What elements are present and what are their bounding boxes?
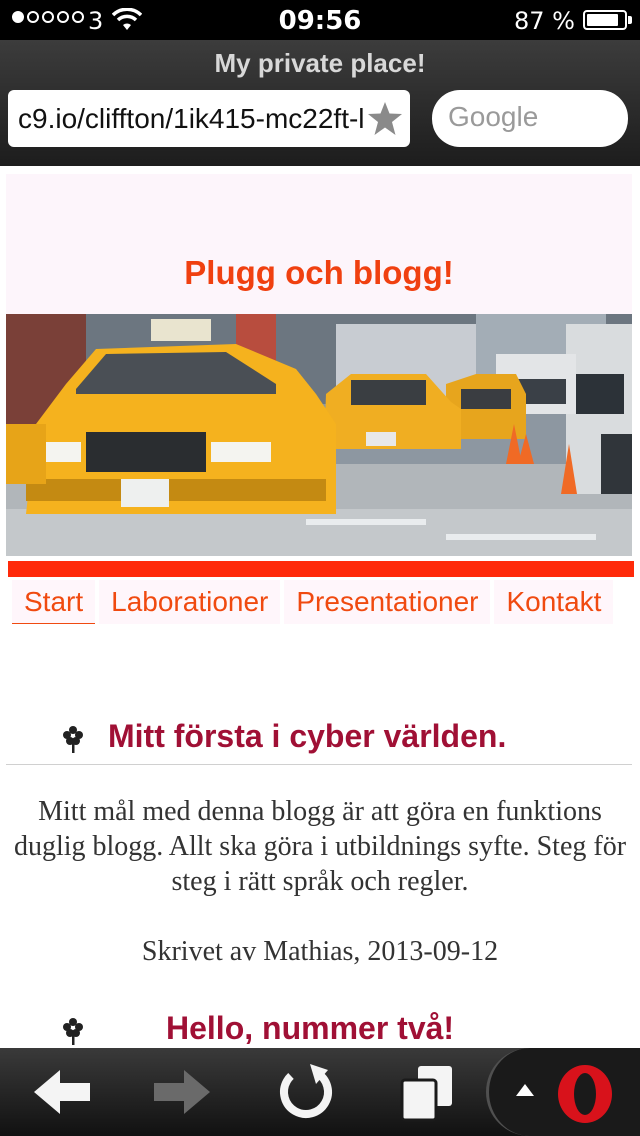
status-bar: 3 09:56 87 % <box>0 0 640 40</box>
post-title[interactable]: Mitt första i cyber världen. <box>108 718 506 755</box>
tabs-icon[interactable] <box>392 1056 464 1128</box>
reload-icon[interactable] <box>270 1056 342 1128</box>
opera-menu-area <box>486 1048 640 1136</box>
blog-header: Plugg och blogg! <box>6 174 632 314</box>
page-title: My private place! <box>214 48 426 78</box>
nav-item-kontakt[interactable]: Kontakt <box>494 580 614 624</box>
post-title[interactable]: Hello, nummer två! <box>166 1010 454 1047</box>
battery-percent: 87 % <box>514 7 575 35</box>
post-divider <box>6 764 632 765</box>
url-text[interactable]: c9.io/cliffton/1ik415-mc22ft-l <box>18 103 363 135</box>
bookmark-star-icon[interactable] <box>366 100 404 138</box>
battery-fill <box>587 14 618 26</box>
nav-item-presentationer[interactable]: Presentationer <box>284 580 491 624</box>
post-meta: Skrivet av Mathias, 2013-09-12 <box>141 936 499 967</box>
blog-title: Plugg och blogg! <box>184 254 454 291</box>
main-nav: Start Laborationer Presentationer Kontak… <box>12 580 626 624</box>
nav-item-start[interactable]: Start <box>12 580 96 624</box>
battery-icon <box>583 10 627 30</box>
web-page: Plugg och blogg! Start Laborationer Pres… <box>0 166 640 1048</box>
opera-logo-icon[interactable] <box>555 1064 615 1124</box>
nav-item-laborationer[interactable]: Laborationer <box>99 580 281 624</box>
browser-toolbar <box>0 1048 640 1136</box>
forward-arrow-icon[interactable] <box>146 1056 218 1128</box>
tree-icon <box>63 1018 83 1045</box>
back-arrow-icon[interactable] <box>26 1056 98 1128</box>
tree-icon <box>63 726 83 753</box>
browser-chrome: My private place! c9.io/cliffton/1ik415-… <box>0 40 640 166</box>
address-bar[interactable]: c9.io/cliffton/1ik415-mc22ft-l <box>8 90 410 147</box>
taxi-street-photo <box>6 314 632 556</box>
search-field[interactable] <box>432 90 628 147</box>
menu-up-icon[interactable] <box>515 1082 535 1098</box>
nav-rule <box>8 561 634 577</box>
battery-tip <box>628 16 632 24</box>
search-input[interactable] <box>448 101 618 133</box>
post-body: Mitt mål med denna blogg är att göra en … <box>13 796 627 897</box>
